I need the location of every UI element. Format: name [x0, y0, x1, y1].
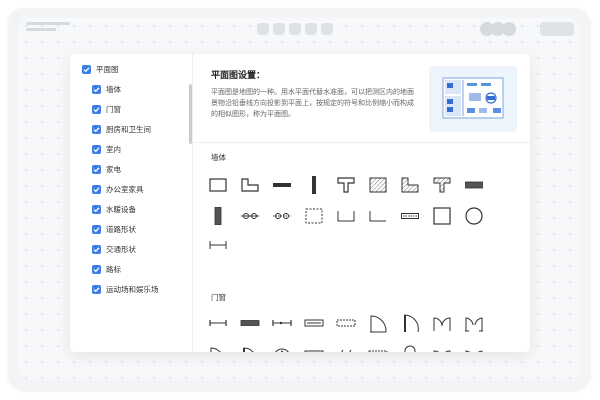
wall-thick-vertical-shape[interactable]	[207, 205, 229, 227]
checkbox[interactable]	[92, 165, 101, 174]
settings-content: 平面图设置： 平面图是地图的一种。用水平面代替水准面，可以把测区内的地面景物沿铅…	[193, 54, 530, 352]
wall-link-shape[interactable]	[239, 205, 261, 227]
window-shape[interactable]	[335, 342, 357, 352]
tree-item[interactable]: 门窗	[92, 104, 121, 115]
tree-item[interactable]: 室内	[92, 144, 121, 155]
wall-dimension-shape[interactable]	[207, 234, 229, 256]
wall-l-corner-shape[interactable]	[239, 174, 261, 196]
tree-item[interactable]: 厨房和卫生间	[92, 124, 151, 135]
toolbar-button[interactable]	[289, 23, 301, 35]
wall-round-room-shape[interactable]	[463, 205, 485, 227]
tree-item-label: 水暖设备	[106, 205, 136, 214]
checkbox[interactable]	[92, 225, 101, 234]
tree-item-label: 办公室家具	[106, 185, 144, 194]
wall-hatched-l-shape[interactable]	[399, 174, 421, 196]
wall-link-dotted-shape[interactable]	[271, 205, 293, 227]
tree-item-label: 室内	[106, 145, 121, 154]
tree-item-label: 门窗	[106, 105, 121, 114]
tree-item-label: 墙体	[106, 85, 121, 94]
toolbar-button[interactable]	[305, 23, 317, 35]
toolbar-buttons	[257, 23, 333, 35]
category-sidebar: 平面图 墙体门窗厨房和卫生间 室内家电办公室家具水暖设备道路形状交通形状路标运动场…	[70, 54, 193, 352]
door-shape[interactable]	[399, 342, 421, 352]
door-swing-right-shape[interactable]	[399, 312, 421, 334]
floorplan-settings-dialog: 平面图 墙体 门窗 厨房和卫生间 室内 家电 办公室家具 水暖设备 道路形状 交通形状 路标 运动场…	[70, 54, 530, 352]
toolbar-button[interactable]	[321, 23, 333, 35]
door-shape[interactable]	[463, 342, 485, 352]
window-line-shape[interactable]	[207, 312, 229, 334]
wall-vertical-shape[interactable]	[303, 174, 325, 196]
toolbar-button[interactable]	[273, 23, 285, 35]
checkbox[interactable]	[92, 145, 101, 154]
window-shape[interactable]	[303, 342, 325, 352]
tree-item-label: 路标	[106, 265, 121, 274]
wall-dashed-room-shape[interactable]	[303, 205, 325, 227]
section-label-walls: 墙体	[211, 153, 226, 162]
door-bi-fold-shape[interactable]	[463, 312, 485, 334]
door-double-swing-shape[interactable]	[431, 312, 453, 334]
settings-title: 平面图设置：	[211, 71, 266, 81]
wall-thick-horizontal-shape[interactable]	[463, 174, 485, 196]
wall-corner-shape[interactable]	[367, 205, 389, 227]
tree-item[interactable]: 运动场和娱乐场	[92, 284, 159, 295]
tree-item[interactable]: 墙体	[92, 84, 121, 95]
floorplan-preview-thumbnail	[429, 66, 517, 132]
wall-hatched-block-shape[interactable]	[367, 174, 389, 196]
checkbox[interactable]	[92, 185, 101, 194]
checkbox[interactable]	[92, 245, 101, 254]
window-shape[interactable]	[367, 342, 389, 352]
tree-item[interactable]: 水暖设备	[92, 204, 136, 215]
wall-horizontal-shape[interactable]	[271, 174, 293, 196]
window-sliding-shape[interactable]	[271, 312, 293, 334]
wall-dashed-segment-shape[interactable]	[399, 205, 421, 227]
wall-u-shape[interactable]	[335, 205, 357, 227]
door-shape[interactable]	[207, 342, 229, 352]
wall-hatched-t-shape[interactable]	[431, 174, 453, 196]
section-label-doors-windows: 门窗	[211, 293, 226, 302]
logo-placeholder	[26, 22, 70, 34]
tree-item[interactable]: 交通形状	[92, 244, 136, 255]
tree-item-label: 运动场和娱乐场	[106, 285, 159, 294]
checkbox[interactable]	[92, 85, 101, 94]
tree-item[interactable]: 路标	[92, 264, 121, 275]
checkbox[interactable]	[82, 65, 91, 74]
door-shape[interactable]	[239, 342, 261, 352]
wall-square-shape[interactable]	[207, 174, 229, 196]
tree-item[interactable]: 家电	[92, 164, 121, 175]
tree-item-label: 平面图	[96, 65, 119, 74]
sidebar-scrollbar[interactable]	[189, 84, 192, 144]
tree-item[interactable]: 道路形状	[92, 224, 136, 235]
toolbar-button[interactable]	[257, 23, 269, 35]
collaborator-avatars[interactable]	[480, 22, 516, 36]
tree-item-label: 家电	[106, 165, 121, 174]
checkbox[interactable]	[92, 105, 101, 114]
tree-item-root[interactable]: 平面图	[82, 64, 119, 75]
wall-t-junction-shape[interactable]	[335, 174, 357, 196]
top-toolbar	[8, 8, 590, 48]
checkbox[interactable]	[92, 125, 101, 134]
wall-square-room-shape[interactable]	[431, 205, 453, 227]
checkbox[interactable]	[92, 265, 101, 274]
window-dashed-shape[interactable]	[335, 312, 357, 334]
checkbox[interactable]	[92, 285, 101, 294]
tree-item-label: 交通形状	[106, 245, 136, 254]
door-shape[interactable]	[271, 342, 293, 352]
tree-item-label: 道路形状	[106, 225, 136, 234]
checkbox[interactable]	[92, 205, 101, 214]
window-double-pane-shape[interactable]	[303, 312, 325, 334]
tree-item-label: 厨房和卫生间	[106, 125, 151, 134]
section-divider	[193, 142, 530, 143]
settings-description: 平面图是地图的一种。用水平面代替水准面，可以把测区内的地面景物沿铅垂线方向投影到…	[211, 88, 414, 118]
door-single-swing-shape[interactable]	[367, 312, 389, 334]
avatar	[502, 22, 516, 36]
door-shape[interactable]	[431, 342, 453, 352]
share-button[interactable]	[540, 22, 574, 36]
tree-item[interactable]: 办公室家具	[92, 184, 144, 195]
window-solid-shape[interactable]	[239, 312, 261, 334]
